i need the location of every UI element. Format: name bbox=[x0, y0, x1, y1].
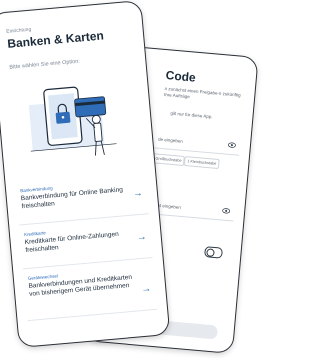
arrow-right-icon: → bbox=[140, 283, 152, 296]
arrow-right-icon: → bbox=[132, 187, 144, 200]
bank-card-illustration bbox=[28, 86, 117, 156]
eye-icon[interactable] bbox=[222, 207, 231, 216]
prompt-text: Bitte wählen Sie eine Option: bbox=[9, 58, 81, 71]
rule-chip-lowercase: 1 Kleinbuchstabe bbox=[183, 156, 220, 170]
code-input-label: de eingeben bbox=[157, 136, 184, 144]
breadcrumb: Einrichtung bbox=[6, 26, 32, 35]
eye-icon[interactable] bbox=[227, 141, 237, 150]
option-device-change[interactable]: Gerätewechsel Bankverbindungen und Kredi… bbox=[23, 264, 158, 322]
rule-chip-uppercase: Großbuchstabe bbox=[152, 153, 185, 167]
code-note-text: gilt nur für diese App. bbox=[170, 110, 213, 120]
front-phone-screen: Einrichtung Banken & Karten Bitte wählen… bbox=[0, 0, 171, 348]
toggle-knob bbox=[206, 248, 215, 257]
option-credit-card[interactable]: Kreditkarte Kreditkarte für Online-Zahlu… bbox=[19, 221, 153, 270]
option-bank-connection[interactable]: Bankverbindung Bankverbindung für Online… bbox=[16, 177, 149, 226]
code-intro-text: n zunächst einen Freigabe-n zukünftig Ih… bbox=[163, 86, 241, 100]
toggle-switch[interactable] bbox=[204, 246, 223, 259]
arrow-right-icon: → bbox=[136, 231, 148, 244]
option-category: Kreditkarte bbox=[23, 230, 46, 238]
code-input-field[interactable]: de eingeben bbox=[151, 131, 241, 156]
code-title: Code bbox=[165, 68, 197, 85]
